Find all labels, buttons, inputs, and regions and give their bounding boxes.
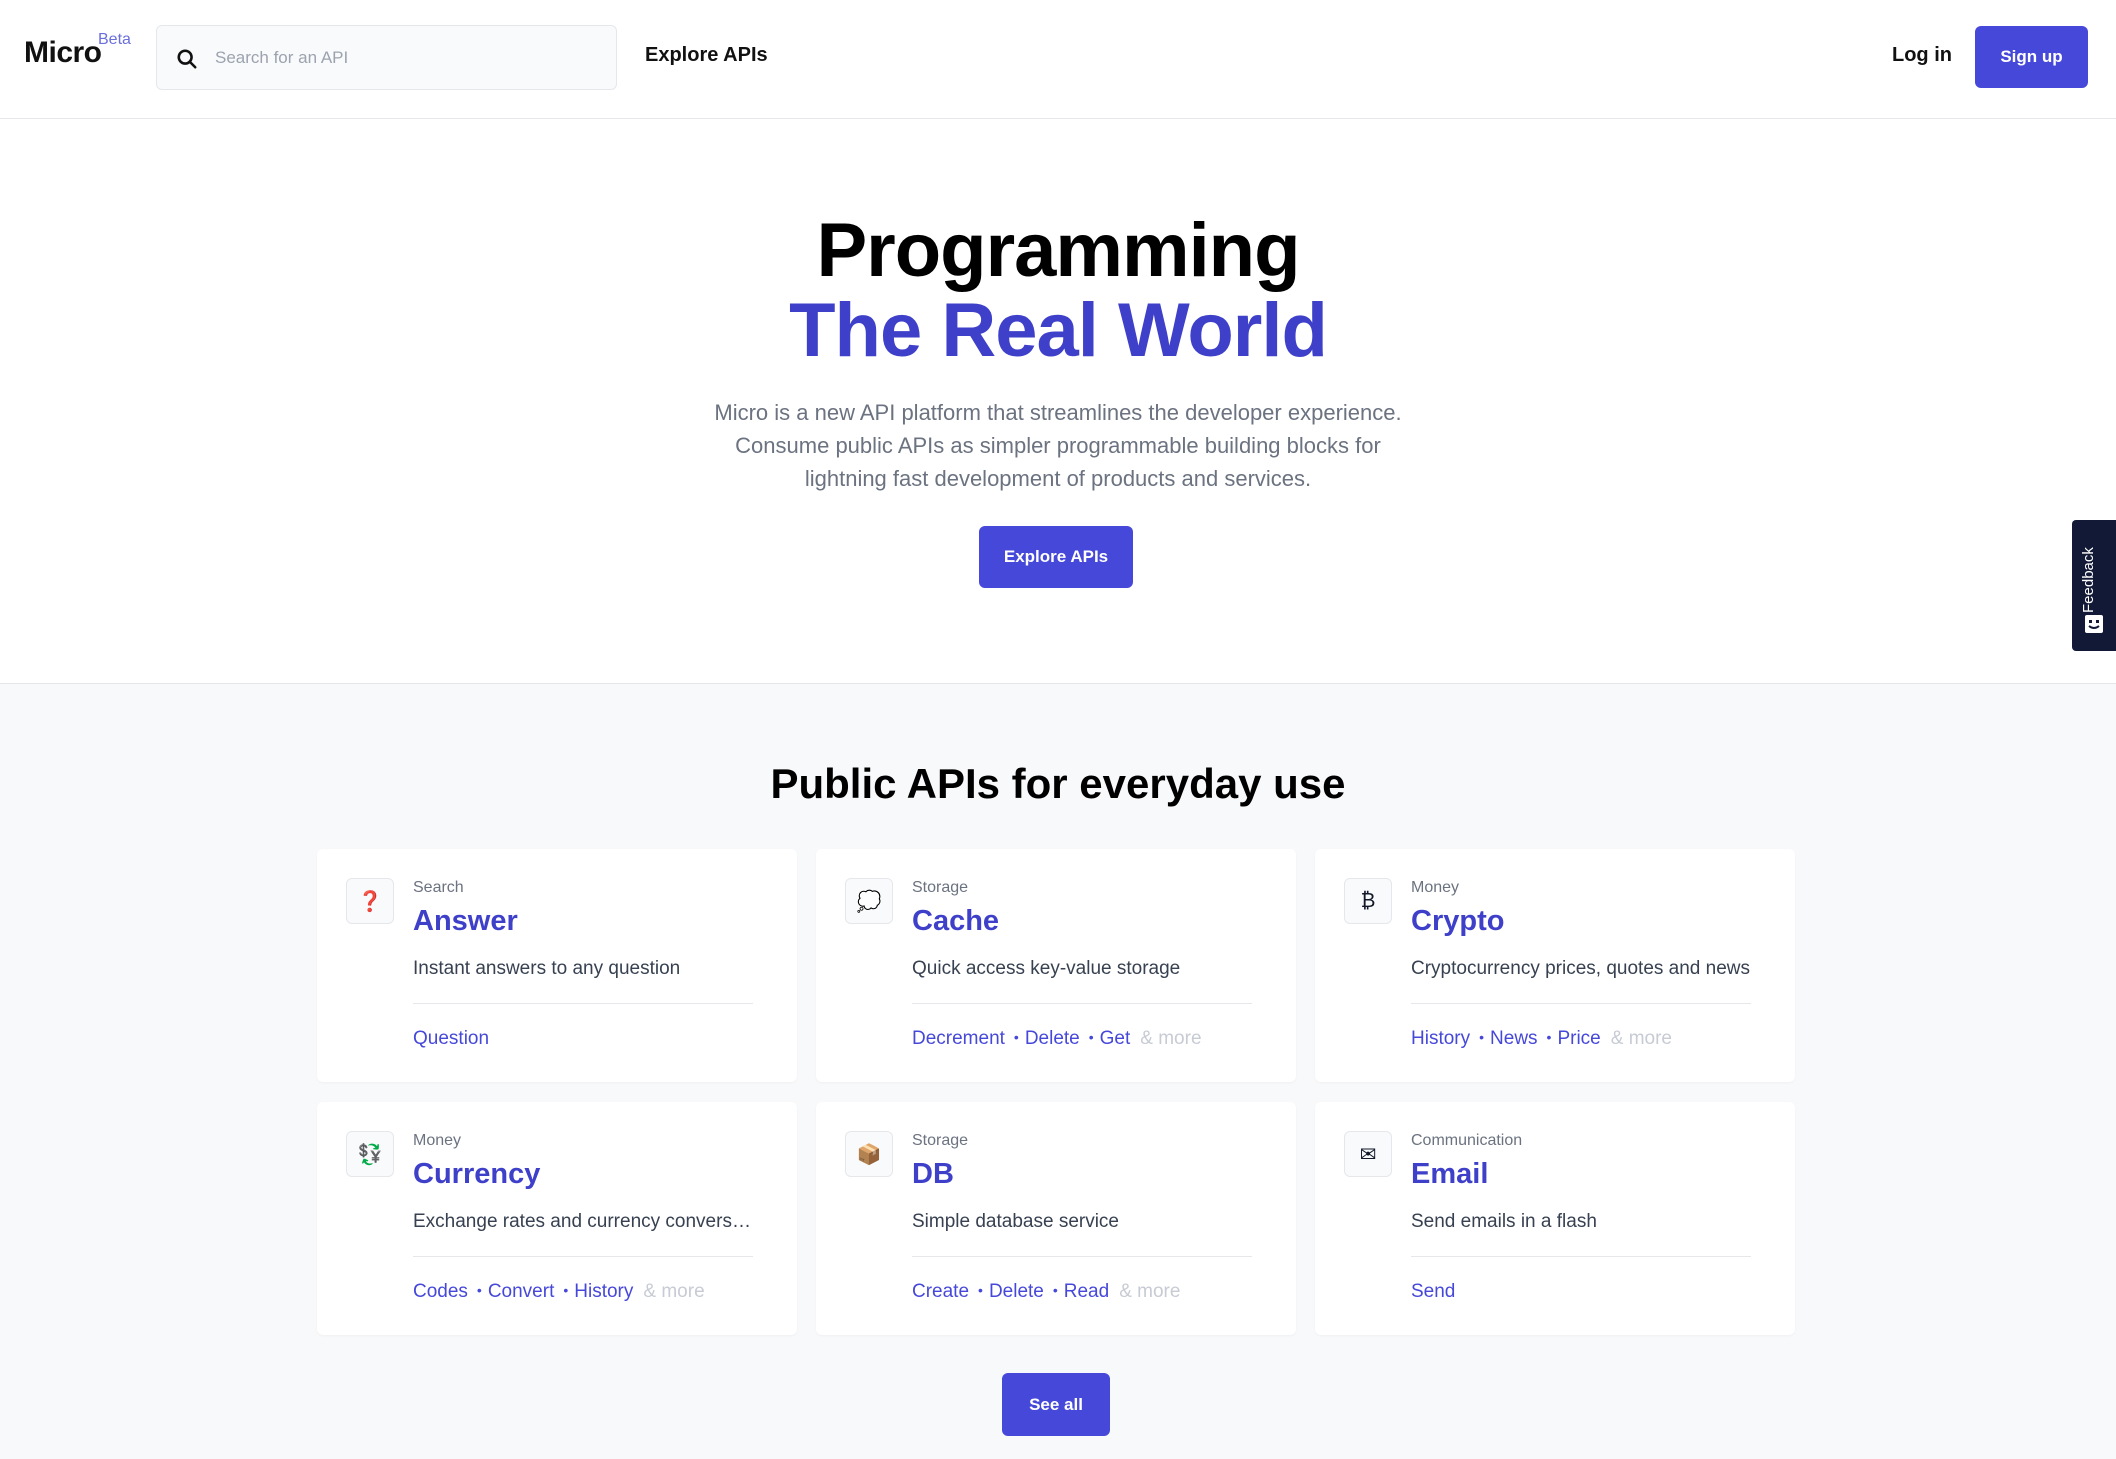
card-category: Storage: [912, 879, 969, 896]
bitcoin-icon: ₿: [1344, 878, 1392, 924]
endpoint-link[interactable]: Read: [1064, 1281, 1109, 1302]
endpoint-link[interactable]: Decrement: [912, 1028, 1005, 1049]
more-endpoints-label: & more: [1610, 1028, 1672, 1049]
endpoint-separator: •: [1546, 1029, 1552, 1045]
endpoint-link[interactable]: Delete: [1025, 1028, 1080, 1049]
package-icon: 📦: [845, 1131, 893, 1177]
more-endpoints-label: & more: [1140, 1028, 1202, 1049]
feedback-label: Feedback: [2080, 547, 2097, 613]
see-all-button[interactable]: See all: [1002, 1373, 1110, 1436]
card-title[interactable]: Cache: [912, 905, 999, 938]
card-divider: [413, 1003, 753, 1004]
endpoint-link[interactable]: Question: [413, 1028, 489, 1049]
endpoint-link[interactable]: Convert: [488, 1281, 555, 1302]
endpoint-link[interactable]: History: [1411, 1028, 1470, 1049]
search-icon: [177, 49, 197, 69]
search-box[interactable]: [156, 25, 617, 90]
envelope-icon: ✉: [1344, 1131, 1392, 1177]
card-title[interactable]: Currency: [413, 1158, 540, 1191]
section-heading: Public APIs for everyday use: [770, 760, 1346, 807]
feedback-tab[interactable]: Feedback: [2072, 520, 2116, 651]
card-divider: [413, 1256, 753, 1257]
currency-exchange-icon: 💱: [346, 1131, 394, 1177]
endpoint-link[interactable]: Delete: [989, 1281, 1044, 1302]
search-input[interactable]: [215, 26, 605, 89]
endpoint-separator: •: [978, 1282, 983, 1298]
card-endpoints: Send: [1411, 1281, 1455, 1303]
logo[interactable]: Micro: [24, 36, 102, 70]
card-description: Send emails in a flash: [1411, 1211, 1597, 1232]
endpoint-link[interactable]: News: [1490, 1028, 1538, 1049]
card-divider: [912, 1003, 1252, 1004]
card-title[interactable]: DB: [912, 1158, 954, 1191]
card-endpoints: Decrement • Delete • Get & more: [912, 1028, 1202, 1050]
hero-title-line1: Programming: [816, 208, 1300, 293]
hero-title-line2: The Real World: [789, 288, 1328, 373]
endpoint-separator: •: [476, 1282, 482, 1298]
card-category: Money: [1411, 879, 1460, 896]
card-title[interactable]: Crypto: [1411, 905, 1504, 938]
card-title[interactable]: Email: [1411, 1158, 1488, 1191]
api-card-answer[interactable]: ❓ Search Answer Instant answers to any ques…: [317, 849, 797, 1082]
card-category: Storage: [912, 1132, 969, 1149]
card-description: Instant answers to any question: [413, 958, 681, 979]
question-mark-icon: ❓: [346, 878, 394, 924]
api-card-cache[interactable]: 💭 Storage Cache Quick access key-value stor…: [816, 849, 1296, 1082]
card-divider: [1411, 1003, 1751, 1004]
top-navbar: Micro Beta Explore APIs Log in Sign up: [0, 0, 2116, 119]
endpoint-link[interactable]: Price: [1557, 1028, 1600, 1049]
endpoint-separator: •: [563, 1282, 569, 1298]
card-description: Cryptocurrency prices, quotes and news: [1411, 958, 1750, 979]
endpoint-separator: •: [1013, 1029, 1019, 1045]
endpoint-link[interactable]: History: [574, 1281, 633, 1302]
card-category: Money: [413, 1132, 462, 1149]
card-category: Search: [413, 879, 464, 896]
card-endpoints: Codes • Convert • History & more: [413, 1281, 705, 1303]
hero-description: Micro is a new API platform that streaml…: [714, 400, 1402, 491]
public-apis-section: Public APIs for everyday use ❓ Search Answ…: [0, 683, 2116, 1459]
endpoint-separator: •: [1479, 1029, 1485, 1045]
card-endpoints: Question: [413, 1028, 489, 1050]
card-endpoints: Create • Delete • Read & more: [912, 1281, 1180, 1303]
nav-explore-apis-link[interactable]: Explore APIs: [645, 44, 768, 67]
more-endpoints-label: & more: [643, 1281, 705, 1302]
card-category: Communication: [1411, 1132, 1523, 1149]
api-card-crypto[interactable]: ₿ Money Crypto Cryptocurrency prices, quote…: [1315, 849, 1795, 1082]
signup-button[interactable]: Sign up: [1975, 26, 2088, 88]
api-card-email[interactable]: ✉ Communication Email Send emails in a flas…: [1315, 1102, 1795, 1335]
endpoint-link[interactable]: Send: [1411, 1281, 1455, 1302]
login-link[interactable]: Log in: [1892, 44, 1952, 67]
endpoint-link[interactable]: Get: [1100, 1028, 1131, 1049]
endpoint-link[interactable]: Create: [912, 1281, 969, 1302]
endpoint-separator: •: [1088, 1029, 1094, 1045]
speech-bubble-icon: 💭: [845, 878, 893, 924]
card-endpoints: History • News • Price & more: [1411, 1028, 1672, 1050]
api-card-currency[interactable]: 💱 Money Currency Exchange rates and currenc…: [317, 1102, 797, 1335]
api-card-db[interactable]: 📦 Storage DB Simple database service Create •…: [816, 1102, 1296, 1335]
card-description: Exchange rates and currency conversion: [413, 1211, 755, 1232]
feedback-smiley-icon: [2085, 615, 2103, 633]
beta-badge: Beta: [98, 31, 131, 48]
explore-apis-button[interactable]: Explore APIs: [979, 526, 1133, 588]
endpoint-link[interactable]: Codes: [413, 1281, 468, 1302]
more-endpoints-label: & more: [1119, 1281, 1181, 1302]
card-description: Simple database service: [912, 1211, 1119, 1232]
card-title[interactable]: Answer: [413, 905, 518, 938]
card-description: Quick access key-value storage: [912, 958, 1181, 979]
card-divider: [912, 1256, 1252, 1257]
endpoint-separator: •: [1052, 1282, 1058, 1298]
card-divider: [1411, 1256, 1751, 1257]
